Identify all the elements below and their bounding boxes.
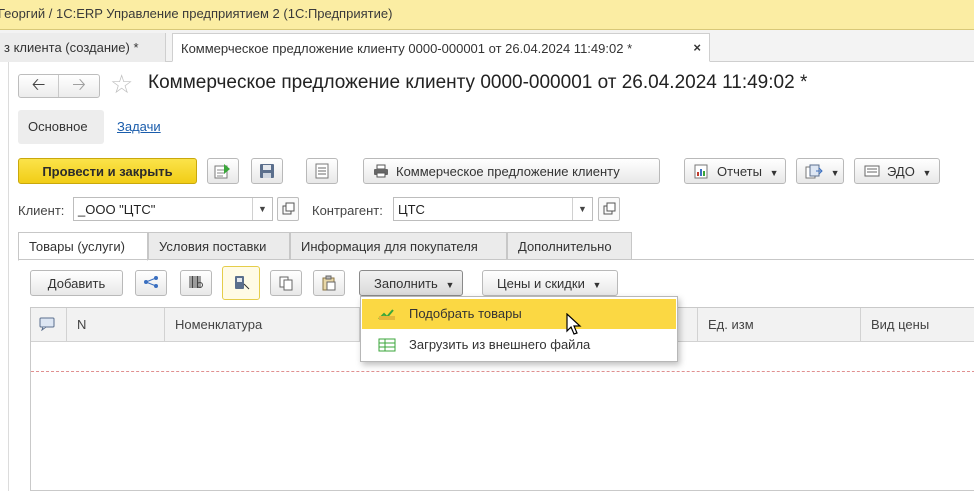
doc-tab-commercial-offer[interactable]: Коммерческое предложение клиенту 0000-00…: [172, 33, 710, 62]
tab-additional[interactable]: Дополнительно: [507, 232, 632, 260]
edo-icon: [864, 165, 880, 177]
column-header-n[interactable]: N: [67, 308, 165, 342]
data-terminal-icon: [235, 276, 250, 290]
chevron-down-icon: ▼: [830, 168, 840, 178]
prices-label: Цены и скидки: [497, 276, 585, 291]
client-field[interactable]: _ООО "ЦТС" ▼: [73, 197, 273, 221]
open-client-button[interactable]: [277, 197, 299, 221]
open-counterparty-button[interactable]: [598, 197, 620, 221]
share-button[interactable]: [135, 270, 167, 296]
window-title-bar: Георгий / 1С:ERP Управление предприятием…: [0, 0, 974, 30]
doc-tab-label: Коммерческое предложение клиенту 0000-00…: [181, 41, 633, 56]
menu-item-select-goods[interactable]: Подобрать товары: [362, 299, 676, 329]
tab-delivery-terms[interactable]: Условия поставки: [148, 232, 290, 260]
mouse-cursor-icon: [566, 313, 582, 335]
barcode-icon: [189, 276, 203, 288]
close-icon[interactable]: ×: [693, 40, 701, 55]
select-goods-icon: [378, 309, 395, 320]
chevron-down-icon: ▼: [922, 168, 932, 178]
post-document-icon: [214, 164, 230, 179]
favorite-star-icon[interactable]: ☆: [110, 70, 133, 98]
doc-tab-label: з клиента (создание) *: [4, 40, 139, 55]
client-value: _ООО "ЦТС": [78, 202, 156, 217]
dropdown-icon[interactable]: ▼: [252, 198, 272, 220]
report-icon: [694, 164, 708, 179]
doc-tab-client-create[interactable]: з клиента (создание) *: [0, 33, 166, 62]
spreadsheet-icon: [378, 338, 396, 352]
chevron-down-icon: ▼: [445, 280, 455, 290]
column-header-nomenclature[interactable]: Номенклатура: [165, 308, 360, 342]
section-tasks-link[interactable]: Задачи: [117, 119, 161, 134]
comment-icon: [39, 317, 55, 332]
client-label: Клиент:: [18, 203, 65, 218]
back-arrow-icon[interactable]: 🡠: [19, 75, 59, 97]
tab-panel-border: [18, 259, 974, 260]
fill-button[interactable]: Заполнить ▼: [359, 270, 463, 296]
reports-label: Отчеты: [717, 164, 762, 179]
counterparty-value: ЦТС: [398, 202, 425, 217]
prices-discounts-button[interactable]: Цены и скидки ▼: [482, 270, 618, 296]
paste-icon: [322, 275, 336, 291]
barcode-search-button[interactable]: [180, 270, 212, 296]
terminal-data-button[interactable]: [222, 266, 260, 300]
chevron-down-icon: ▼: [769, 168, 779, 178]
save-icon: [260, 164, 274, 178]
page-title: Коммерческое предложение клиенту 0000-00…: [148, 72, 808, 93]
copy-icon: [279, 276, 293, 291]
related-docs-button[interactable]: ▼: [796, 158, 844, 184]
window-title: Георгий / 1С:ERP Управление предприятием…: [0, 6, 393, 21]
counterparty-label: Контрагент:: [312, 203, 383, 218]
tab-goods-services[interactable]: Товары (услуги): [18, 232, 148, 261]
open-icon: [282, 202, 295, 215]
tab-buyer-info[interactable]: Информация для покупателя: [290, 232, 507, 260]
menu-item-label: Подобрать товары: [409, 306, 522, 321]
section-main[interactable]: Основное: [18, 110, 104, 144]
nav-buttons: 🡠 🡢: [18, 74, 100, 98]
reports-button[interactable]: Отчеты ▼: [684, 158, 786, 184]
fill-dropdown-menu: Подобрать товары Загрузить из внешнего ф…: [360, 296, 678, 362]
dropdown-icon[interactable]: ▼: [572, 198, 592, 220]
open-icon: [603, 202, 616, 215]
share-icon: [144, 276, 158, 288]
column-header-unit[interactable]: Ед. изм: [698, 308, 861, 342]
paste-rows-button[interactable]: [313, 270, 345, 296]
post-and-close-button[interactable]: Провести и закрыть: [18, 158, 197, 184]
menu-item-label: Загрузить из внешнего файла: [409, 337, 591, 352]
chevron-down-icon: ▼: [592, 280, 602, 290]
add-row-button[interactable]: Добавить: [30, 270, 123, 296]
print-offer-button[interactable]: Коммерческое предложение клиенту: [363, 158, 660, 184]
document-tabs-bar: з клиента (создание) * Коммерческое пред…: [0, 30, 974, 62]
column-header-price-type[interactable]: Вид цены: [861, 308, 974, 342]
copy-rows-button[interactable]: [270, 270, 302, 296]
counterparty-field[interactable]: ЦТС ▼: [393, 197, 593, 221]
menu-item-load-from-file[interactable]: Загрузить из внешнего файла: [362, 330, 676, 360]
save-button[interactable]: [251, 158, 283, 184]
comment-column-header[interactable]: [31, 308, 67, 342]
edo-label: ЭДО: [887, 164, 915, 179]
print-offer-label: Коммерческое предложение клиенту: [396, 164, 620, 179]
printer-icon: [374, 164, 388, 178]
document-list-icon: [315, 163, 329, 179]
edo-button[interactable]: ЭДО ▼: [854, 158, 940, 184]
related-documents-icon: [805, 164, 823, 179]
forward-arrow-icon[interactable]: 🡢: [59, 75, 99, 97]
document-list-button[interactable]: [306, 158, 338, 184]
divider: [8, 62, 9, 491]
post-document-button[interactable]: [207, 158, 239, 184]
fill-label: Заполнить: [374, 276, 438, 291]
